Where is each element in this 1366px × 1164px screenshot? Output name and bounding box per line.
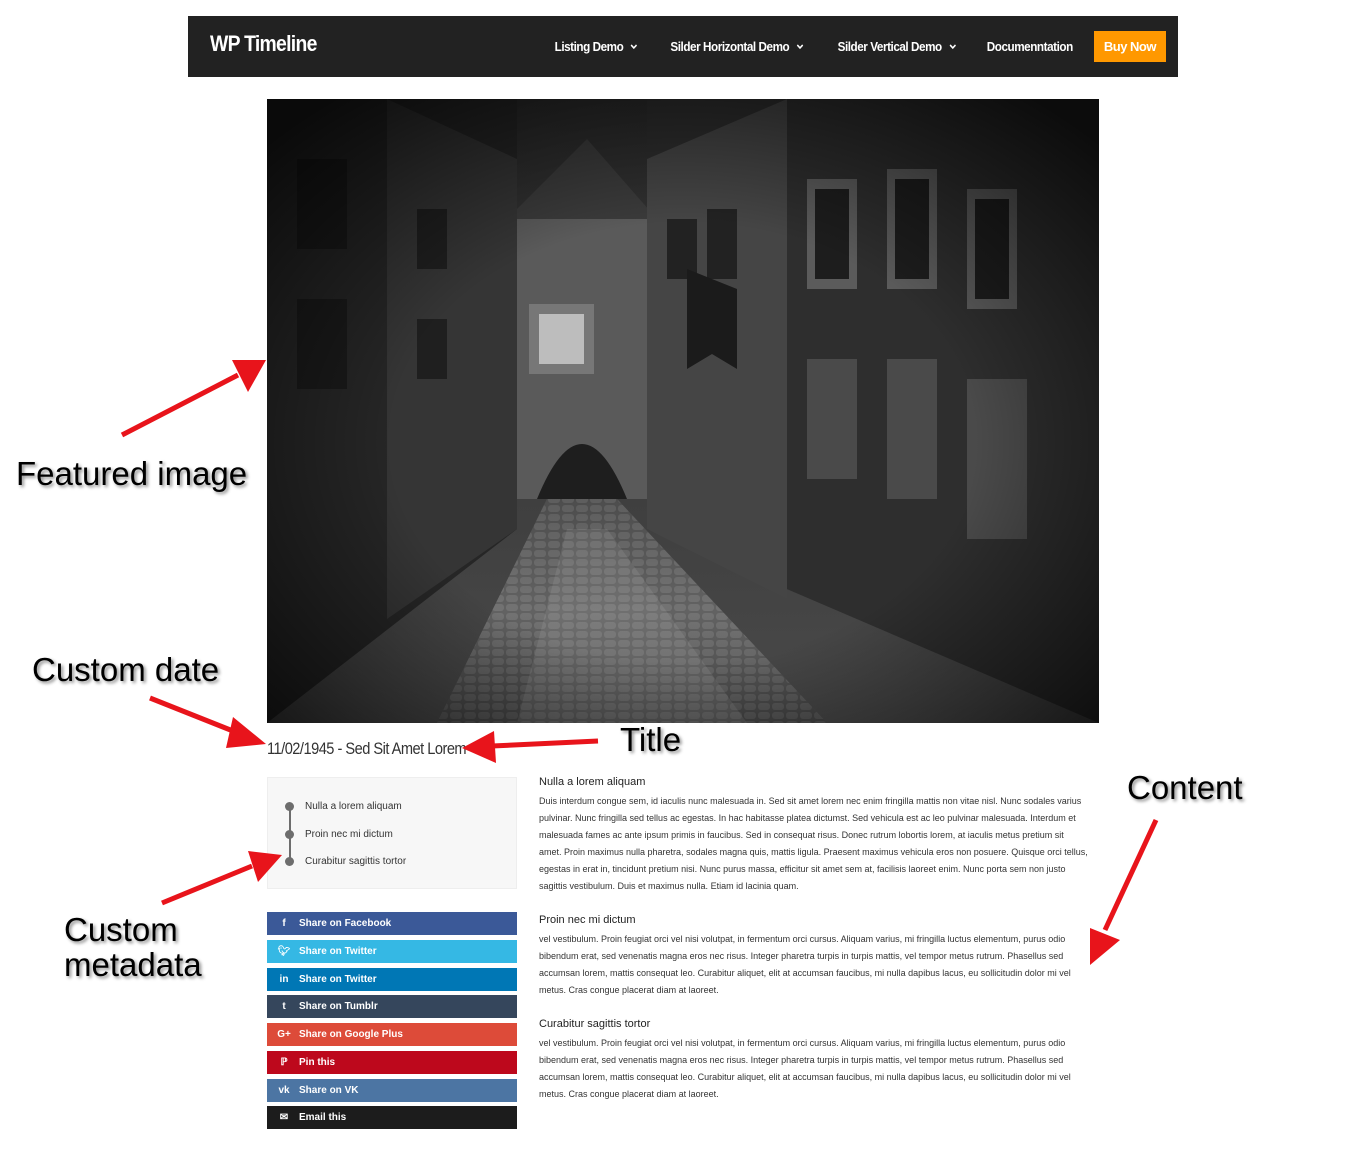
arrow-title: [491, 738, 599, 749]
arrow-featured-image: [120, 372, 240, 438]
arrow-custom-metadata: [161, 863, 253, 906]
arrow-custom-date: [149, 695, 239, 736]
arrow-head-title: [462, 731, 496, 763]
annotation-arrows: [120, 360, 1159, 965]
arrow-content: [1102, 818, 1159, 932]
arrow-head-custom-metadata: [248, 851, 282, 882]
arrow-head-custom-date: [226, 717, 266, 748]
arrow-head-content: [1090, 928, 1120, 965]
